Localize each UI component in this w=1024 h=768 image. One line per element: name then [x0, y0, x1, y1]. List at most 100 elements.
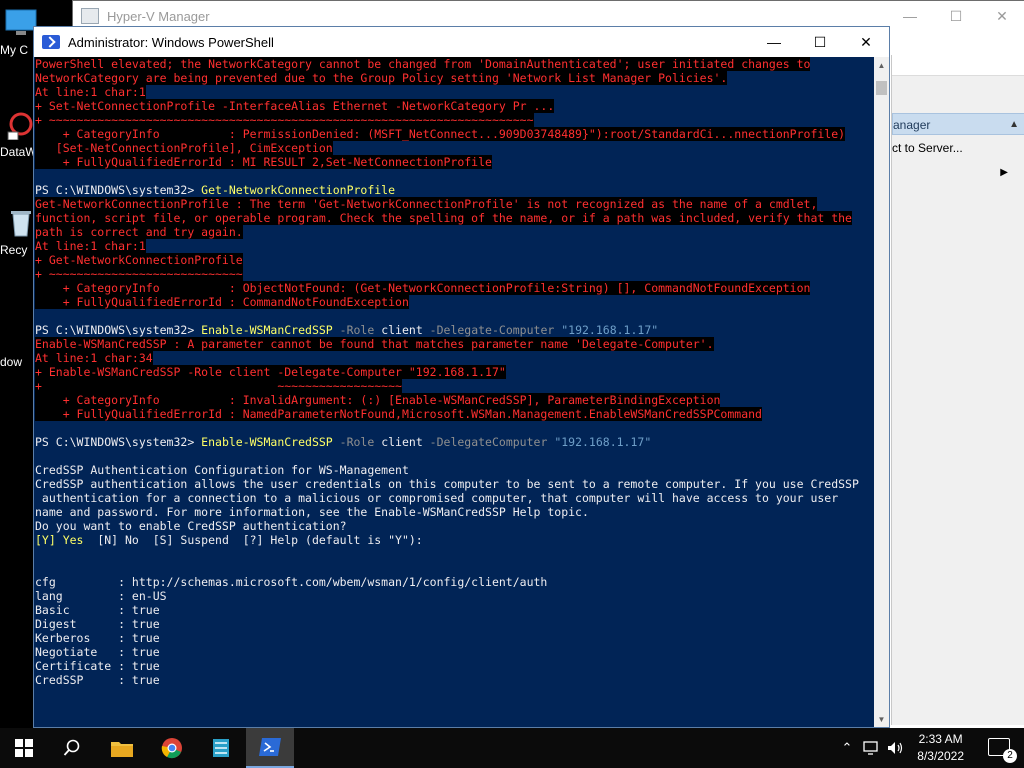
console-text-segment: PS C:\WINDOWS\system32> [35, 183, 202, 197]
console-scrollbar[interactable]: ▲ ▼ [874, 57, 889, 727]
notification-center-icon[interactable]: 2 [988, 738, 1017, 763]
console-text-segment: + FullyQualifiedErrorId : CommandNotFoun… [35, 295, 409, 309]
hyperv-menubar [892, 55, 1024, 76]
powershell-taskbar-button[interactable] [246, 728, 294, 768]
console-line: Enable-WSManCredSSP : A parameter cannot… [35, 337, 874, 351]
console-line: Digest : true [35, 617, 874, 631]
hyperv-action-connect-to-server[interactable]: ct to Server... [892, 141, 963, 155]
clock-time: 2:33 AM [918, 732, 963, 746]
hyperv-maximize-button[interactable]: ☐ [933, 1, 979, 31]
console-text-segment: lang : en-US [35, 589, 167, 603]
console-text-segment: Enable-WSManCredSSP [201, 323, 333, 337]
console-text-segment: cfg : http://schemas.microsoft.com/wbem/… [35, 575, 548, 589]
console-text-segment: [N] No [S] Suspend [?] Help (default is … [83, 533, 423, 547]
console-line: path is correct and try again. [35, 225, 874, 239]
console-text-segment: Basic : true [35, 603, 160, 617]
scroll-down-arrow-icon[interactable]: ▼ [874, 711, 889, 727]
network-icon[interactable] [862, 740, 882, 756]
console-text-segment: + Get-NetworkConnectionProfile [35, 253, 243, 267]
collapse-arrow-icon[interactable]: ▲ [1009, 114, 1019, 136]
clock-date: 8/3/2022 [917, 749, 964, 763]
volume-icon[interactable] [886, 740, 906, 756]
console-line: cfg : http://schemas.microsoft.com/wbem/… [35, 575, 874, 589]
console-text-segment: + Set-NetConnectionProfile -InterfaceAli… [35, 99, 555, 113]
chrome-icon [161, 738, 182, 759]
console-text-segment: At line:1 char:1 [35, 85, 146, 99]
console-line: lang : en-US [35, 589, 874, 603]
taskbar-clock[interactable]: 2:33 AM 8/3/2022 [917, 731, 964, 765]
console-text-segment: + Enable-WSManCredSSP -Role client -Dele… [35, 365, 506, 379]
console-line: [Set-NetConnectionProfile], CimException [35, 141, 874, 155]
console-line: At line:1 char:1 [35, 85, 874, 99]
powershell-window[interactable]: Administrator: Windows PowerShell — ☐ ✕ … [33, 26, 890, 728]
console-text-segment: Certificate : true [35, 659, 160, 673]
powershell-maximize-button[interactable]: ☐ [797, 27, 843, 57]
hyperv-app-icon [81, 8, 99, 24]
console-line: Negotiate : true [35, 645, 874, 659]
console-text-segment: + FullyQualifiedErrorId : NamedParameter… [35, 407, 762, 421]
console-line: + Get-NetworkConnectionProfile [35, 253, 874, 267]
hyperv-title: Hyper-V Manager [107, 8, 210, 24]
console-line: authentication for a connection to a mal… [35, 491, 874, 505]
server-manager-icon [213, 739, 229, 757]
powershell-close-button[interactable]: ✕ [843, 27, 889, 57]
console-text-segment: function, script file, or operable progr… [35, 211, 852, 225]
console-line: At line:1 char:34 [35, 351, 874, 365]
hyperv-actions-pane: anager ▲ ct to Server... ▶ [891, 55, 1024, 725]
hyperv-close-button[interactable]: ✕ [979, 1, 1024, 31]
console-line: function, script file, or operable progr… [35, 211, 874, 225]
console-text-segment: Kerberos : true [35, 631, 160, 645]
console-line: CredSSP : true [35, 673, 874, 687]
console-text-segment: [Y] Yes [35, 533, 84, 547]
console-text-segment: PS C:\WINDOWS\system32> [35, 323, 202, 337]
console-line: + FullyQualifiedErrorId : MI RESULT 2,Se… [35, 155, 874, 169]
file-explorer-button[interactable] [98, 728, 146, 768]
console-text-segment: + ~~~~~~~~~~~~~~~~~~~~~~~~~~~~ [35, 267, 243, 281]
console-text-segment: PS C:\WINDOWS\system32> [35, 435, 202, 449]
powershell-title: Administrator: Windows PowerShell [68, 34, 274, 50]
search-button[interactable] [48, 728, 96, 768]
console-line: Kerberos : true [35, 631, 874, 645]
console-text-segment: "192.168.1.17" [561, 323, 659, 337]
scrollbar-thumb[interactable] [876, 81, 887, 95]
console-text-segment: CredSSP authentication allows the user c… [35, 477, 859, 491]
hyperv-minimize-button[interactable]: — [887, 1, 933, 31]
console-line: + CategoryInfo : InvalidArgument: (:) [E… [35, 393, 874, 407]
console-line: PS C:\WINDOWS\system32> Enable-WSManCred… [35, 435, 874, 449]
console-line: Basic : true [35, 603, 874, 617]
submenu-arrow-icon[interactable]: ▶ [1000, 167, 1008, 178]
console-line: At line:1 char:1 [35, 239, 874, 253]
hyperv-actions-header[interactable]: anager ▲ [892, 113, 1024, 135]
console-text-segment: + ~~~~~~~~~~~~~~~~~~~~~~~~~~~~~~~~~~~~~~… [35, 113, 534, 127]
console-text-segment: At line:1 char:1 [35, 239, 146, 253]
powershell-console[interactable]: PowerShell elevated; the NetworkCategory… [34, 57, 874, 727]
console-text-segment: + CategoryInfo : PermissionDenied: (MSFT… [35, 127, 846, 141]
console-line: Certificate : true [35, 659, 874, 673]
console-text-segment: Enable-WSManCredSSP : A parameter cannot… [35, 337, 714, 351]
hyperv-actions-header-label: anager [893, 118, 931, 132]
console-text-segment: client [381, 435, 423, 449]
console-text-segment: Enable-WSManCredSSP [201, 435, 333, 449]
server-manager-button[interactable] [197, 728, 245, 768]
chrome-button[interactable] [148, 728, 196, 768]
console-text-segment: -Role [332, 323, 382, 337]
scroll-up-arrow-icon[interactable]: ▲ [874, 57, 889, 73]
console-text-segment: Do you want to enable CredSSP authentica… [35, 519, 347, 533]
console-line: + CategoryInfo : ObjectNotFound: (Get-Ne… [35, 281, 874, 295]
console-text-segment: At line:1 char:34 [35, 351, 153, 365]
console-text-segment: [Set-NetConnectionProfile], CimException [35, 141, 333, 155]
console-line: [Y] Yes [N] No [S] Suspend [?] Help (def… [35, 533, 874, 547]
start-button[interactable] [0, 728, 48, 768]
console-line: + FullyQualifiedErrorId : NamedParameter… [35, 407, 874, 421]
console-line: + Set-NetConnectionProfile -InterfaceAli… [35, 99, 874, 113]
console-line: + CategoryInfo : PermissionDenied: (MSFT… [35, 127, 874, 141]
powershell-minimize-button[interactable]: — [751, 27, 797, 57]
powershell-titlebar[interactable]: Administrator: Windows PowerShell — ☐ ✕ [34, 27, 889, 57]
chevron-up-icon[interactable]: ⌃ [838, 740, 856, 756]
console-text-segment: path is correct and try again. [35, 225, 243, 239]
system-tray: ⌃ [838, 728, 906, 768]
